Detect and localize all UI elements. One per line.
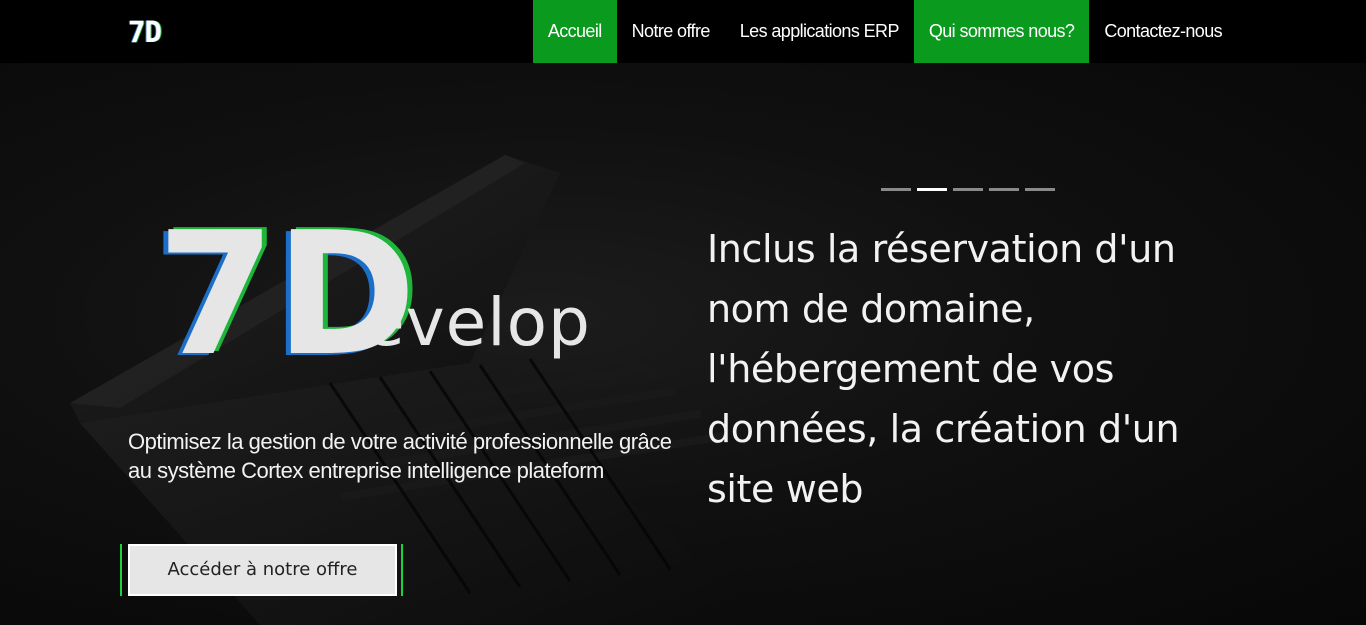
main-nav: Accueil Notre offre Les applications ERP… [532,0,1237,63]
brand-logo[interactable]: 7D [128,13,162,51]
carousel-indicator-active[interactable] [917,188,947,191]
logo-evelop-text: evelop [364,284,591,361]
access-offer-button[interactable]: Accéder à notre offre [128,544,397,596]
hero-7develop-logo: 7D 7D 7D evelop [152,205,591,375]
carousel-indicator[interactable] [881,188,911,191]
cta-frame: Accéder à notre offre [120,544,403,596]
nav-item-applications-erp[interactable]: Les applications ERP [725,0,914,63]
top-navbar: 7D Accueil Notre offre Les applications … [0,0,1366,63]
nav-item-contactez-nous[interactable]: Contactez-nous [1089,0,1237,63]
hero-section: 7D 7D 7D evelop Optimisez la gestion de … [0,63,1366,625]
carousel-slide-text: Inclus la réservation d'un nom de domain… [707,227,1180,511]
carousel-indicator[interactable] [989,188,1019,191]
nav-item-accueil[interactable]: Accueil [532,0,617,63]
carousel-indicator[interactable] [953,188,983,191]
nav-item-qui-sommes-nous[interactable]: Qui sommes nous? [913,0,1090,63]
hero-tagline: Optimisez la gestion de votre activité p… [128,429,672,483]
carousel-indicator[interactable] [1025,188,1055,191]
nav-item-notre-offre[interactable]: Notre offre [617,0,725,63]
carousel-indicators [881,188,1055,191]
